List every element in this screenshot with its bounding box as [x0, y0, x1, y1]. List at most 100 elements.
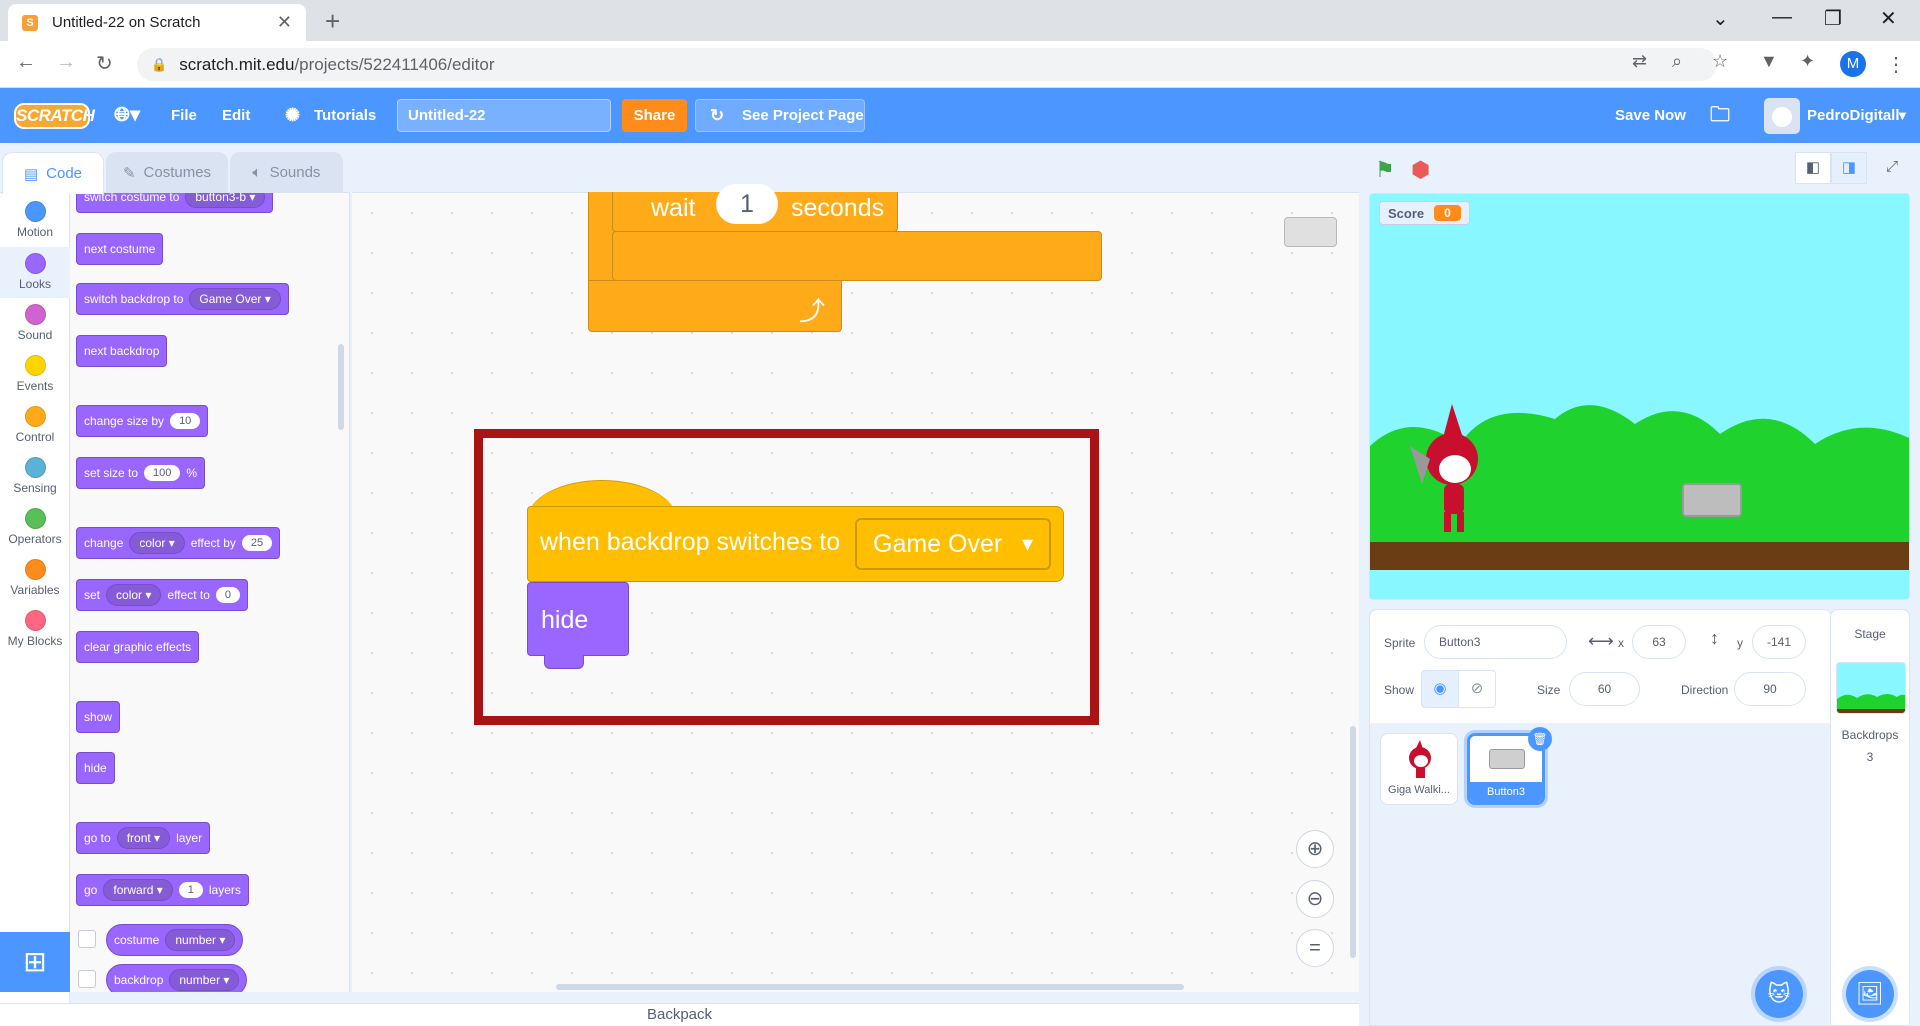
workspace-vertical-scrollbar[interactable] [1350, 726, 1356, 958]
tutorials-menu[interactable]: Tutorials [314, 88, 376, 143]
category-my-blocks[interactable]: My Blocks [0, 604, 70, 655]
hide-block[interactable]: hide [527, 582, 629, 656]
category-motion[interactable]: Motion [0, 195, 70, 246]
layers-input[interactable]: 1 [178, 882, 203, 898]
category-sensing[interactable]: Sensing [0, 451, 70, 502]
effect-dropdown[interactable]: color [129, 532, 185, 554]
backdrop-dropdown[interactable]: Game Over [189, 288, 281, 310]
switch-backdrop-block[interactable]: switch backdrop to Game Over [76, 283, 289, 315]
bookmark-star-icon[interactable]: ☆ [1712, 51, 1728, 72]
save-now-button[interactable]: Save Now [1615, 88, 1686, 143]
browser-tab[interactable]: S Untitled-22 on Scratch ✕ [8, 4, 306, 41]
zoom-reset-icon[interactable]: = [1296, 929, 1334, 967]
category-operators[interactable]: Operators [0, 502, 70, 553]
zoom-in-icon[interactable]: ⊕ [1296, 830, 1334, 868]
backpack-bar[interactable]: Backpack [0, 1003, 1359, 1026]
category-looks[interactable]: Looks [0, 247, 70, 298]
costume-reporter-checkbox[interactable] [78, 930, 96, 948]
costume-reporter-dropdown[interactable]: number [165, 929, 236, 951]
forever-block-bottom[interactable]: ⤴ [588, 280, 842, 332]
next-backdrop-block[interactable]: next backdrop [76, 335, 168, 367]
choose-backdrop-icon[interactable]: 🖼︎ [1846, 970, 1894, 1018]
sprite-name-input[interactable]: Button3 [1424, 625, 1567, 659]
go-layers-block[interactable]: go forward 1 layers [76, 874, 249, 906]
show-visible-icon[interactable]: ◉ [1421, 670, 1459, 708]
backdrop-reporter-checkbox[interactable] [78, 970, 96, 988]
clear-graphic-effects-block[interactable]: clear graphic effects [76, 631, 200, 663]
palette-scrollbar[interactable] [338, 344, 344, 430]
direction-dropdown[interactable]: forward [103, 879, 173, 901]
username-menu[interactable]: PedroDigitall [1807, 88, 1900, 143]
stage-selector[interactable]: Stage Backdrops 3 [1830, 609, 1910, 1026]
scratch-logo[interactable]: SCRATCH [14, 103, 95, 129]
change-size-block[interactable]: change size by 10 [76, 405, 209, 437]
add-extension-button[interactable]: ⊞ [0, 932, 70, 992]
extension-icon[interactable]: ▼ [1760, 51, 1778, 72]
size-input[interactable]: 60 [1569, 672, 1640, 706]
costume-reporter-block[interactable]: costume number [106, 924, 244, 956]
close-window-icon[interactable]: ✕ [1880, 6, 1897, 31]
see-project-page-button[interactable]: ↻ See Project Page [695, 99, 865, 132]
x-input[interactable]: 63 [1632, 625, 1686, 659]
workspace-horizontal-scrollbar[interactable] [556, 984, 1184, 990]
share-button[interactable]: Share [622, 99, 687, 132]
hat-backdrop-dropdown[interactable]: Game Over [855, 518, 1051, 570]
size-input[interactable]: 100 [144, 465, 181, 481]
go-to-layer-block[interactable]: go to front layer [76, 822, 211, 854]
browser-menu-icon[interactable]: ⋮ [1886, 52, 1906, 77]
stage-canvas[interactable]: Score 0 [1369, 193, 1910, 600]
costume-dropdown[interactable]: button3-b [185, 193, 266, 208]
backdrop-reporter-dropdown[interactable]: number [169, 969, 240, 991]
backdrop-reporter-block[interactable]: backdrop number [106, 964, 248, 992]
file-menu[interactable]: File [171, 88, 197, 143]
set-size-block[interactable]: set size to 100 % [76, 457, 206, 489]
tab-code[interactable]: ▤ Code [2, 152, 104, 194]
puzzle-extensions-icon[interactable]: ✦ [1800, 51, 1815, 72]
stop-sign-icon[interactable]: ⬢ [1411, 157, 1430, 183]
layer-dropdown[interactable]: front [116, 827, 171, 849]
new-tab-icon[interactable]: + [325, 6, 340, 37]
category-control[interactable]: Control [0, 400, 70, 451]
back-icon[interactable]: ← [16, 51, 36, 74]
tab-sounds[interactable]: 🔈︎ Sounds [230, 152, 343, 192]
user-avatar[interactable] [1764, 98, 1800, 134]
language-globe-icon[interactable]: 🌐︎▾ [114, 88, 140, 143]
reload-icon[interactable]: ↻ [96, 51, 113, 76]
edit-menu[interactable]: Edit [222, 88, 250, 143]
zoom-out-icon[interactable]: ⊖ [1296, 880, 1334, 918]
tab-costumes[interactable]: ✎ Costumes [106, 152, 228, 192]
close-tab-icon[interactable]: ✕ [277, 12, 292, 33]
switch-costume-block[interactable]: switch costume to button3-b [76, 193, 274, 213]
size-change-input[interactable]: 10 [170, 413, 201, 429]
effect-value-input[interactable]: 0 [215, 587, 240, 603]
effect-change-input[interactable]: 25 [241, 535, 273, 551]
choose-sprite-cat-icon[interactable]: 🐱︎ [1755, 970, 1803, 1018]
translate-icon[interactable]: ⇄ [1632, 51, 1647, 72]
show-hidden-icon[interactable]: ⊘ [1458, 670, 1496, 708]
small-stage-icon[interactable]: ◧ [1795, 152, 1831, 184]
hide-palette-block[interactable]: hide [76, 752, 115, 784]
y-input[interactable]: -141 [1752, 625, 1806, 659]
wait-seconds-input[interactable]: 1 [716, 184, 778, 224]
user-menu-caret-icon[interactable]: ▼ [1896, 88, 1909, 143]
url-field[interactable]: 🔒 scratch.mit.edu/projects/522411406/edi… [137, 48, 1717, 81]
if-block-bottom[interactable] [612, 231, 1102, 281]
forward-icon[interactable]: → [56, 51, 76, 74]
direction-input[interactable]: 90 [1734, 672, 1806, 706]
profile-avatar[interactable]: M [1840, 51, 1866, 77]
sprite-tile-giga[interactable]: Giga Walki... [1380, 733, 1458, 805]
delete-sprite-icon[interactable]: 🗑︎ [1528, 727, 1552, 751]
wait-block[interactable]: wait 1 seconds [612, 184, 898, 232]
change-effect-block[interactable]: change color effect by 25 [76, 527, 281, 559]
next-costume-block[interactable]: next costume [76, 233, 164, 265]
my-stuff-folder-icon[interactable]: 🗀 [1710, 88, 1730, 143]
zoom-icon[interactable]: ⌕ [1672, 51, 1682, 72]
category-sound[interactable]: Sound [0, 298, 70, 349]
set-effect-dropdown[interactable]: color [106, 584, 162, 606]
maximize-icon[interactable]: ❐ [1824, 6, 1842, 31]
normal-stage-icon[interactable]: ◨ [1831, 152, 1867, 184]
category-events[interactable]: Events [0, 349, 70, 400]
fullscreen-icon[interactable]: ⤢ [1874, 152, 1910, 184]
set-effect-block[interactable]: set color effect to 0 [76, 579, 248, 611]
project-title-input[interactable]: Untitled-22 [397, 99, 611, 132]
